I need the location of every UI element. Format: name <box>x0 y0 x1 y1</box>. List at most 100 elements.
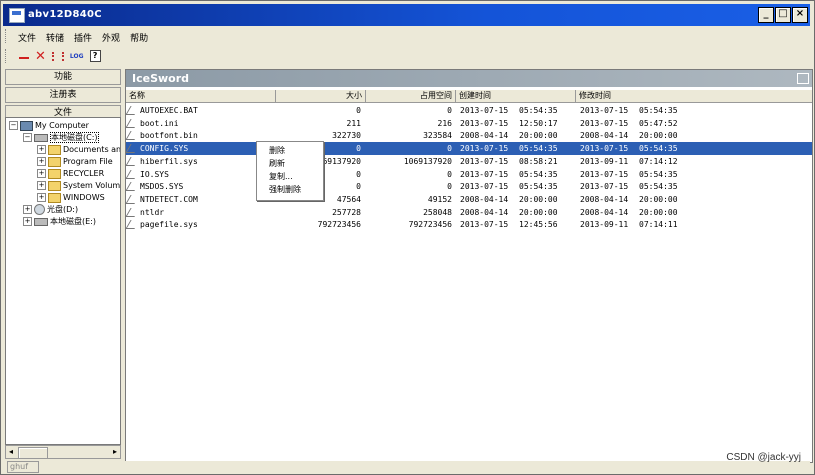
file-cell-c-time: 05:54:35 <box>519 106 558 115</box>
file-row[interactable]: AUTOEXEC.BAT 0 0 2013-07-15 05:54:35 2013-07-… <box>125 104 812 117</box>
file-row[interactable]: IO.SYS 0 0 2013-07-15 05:54:35 2013-07-15 05:5… <box>125 168 812 181</box>
file-cell-c-time: 05:54:35 <box>519 144 558 154</box>
file-name: pagefile.sys <box>140 220 198 230</box>
maximize-button[interactable]: □ <box>775 7 791 23</box>
tree-node-folder[interactable]: + RECYCLER <box>37 168 104 180</box>
file-icon <box>125 144 140 154</box>
column-created[interactable]: 创建时间 <box>456 90 576 102</box>
tree-node-drive-c[interactable]: − 本地磁盘(C:) <box>23 132 99 144</box>
expand-icon[interactable]: + <box>23 205 32 214</box>
tree-node-folder[interactable]: + WINDOWS <box>37 192 105 204</box>
file-cell-m-date: 2013-07-15 <box>580 144 629 154</box>
collapse-icon[interactable]: − <box>23 133 32 142</box>
menu-plugins[interactable]: 插件 <box>69 29 97 45</box>
status-text: ghuf <box>7 461 39 473</box>
scroll-left-icon[interactable]: ◂ <box>6 446 16 458</box>
expand-icon[interactable]: + <box>37 181 46 190</box>
file-cell-m-date: 2013-07-15 <box>580 118 629 128</box>
tree-horizontal-scrollbar[interactable]: ◂ ▸ <box>5 445 121 459</box>
file-cell-alloc: 0 <box>447 182 452 192</box>
close-button[interactable]: × <box>792 7 808 23</box>
file-row[interactable]: bootfont.bin 322730 323584 2008-04-14 20:00:… <box>125 129 812 142</box>
log-icon[interactable]: LOG <box>70 53 84 60</box>
expand-icon[interactable]: + <box>37 169 46 178</box>
file-cell-alloc: 49152 <box>427 194 452 204</box>
nav-registry-button[interactable]: 注册表 <box>5 87 121 103</box>
column-size[interactable]: 大小 <box>276 90 366 102</box>
help-icon[interactable]: ? <box>89 50 101 62</box>
column-header: 名称 大小 占用空间 创建时间 修改时间 <box>126 90 812 103</box>
file-cell-m-time: 20:00:00 <box>639 194 678 204</box>
tree-node-folder[interactable]: + Documents an <box>37 144 120 156</box>
scroll-right-icon[interactable]: ▸ <box>110 446 120 458</box>
collapse-icon[interactable]: − <box>9 121 18 130</box>
tree-node-folder[interactable]: + Program File <box>37 156 113 168</box>
file-cell-alloc: 792723456 <box>408 220 452 230</box>
file-cell-m-time: 07:14:11 <box>639 220 678 230</box>
drive-icon <box>34 217 48 226</box>
column-modified[interactable]: 修改时间 <box>576 90 812 102</box>
delete-x-icon[interactable]: ✕ <box>35 49 46 64</box>
file-name: bootfont.bin <box>140 131 198 141</box>
file-cell-c-date: 2013-07-15 <box>460 156 509 166</box>
file-cell-c-date: 2008-04-14 <box>460 207 509 217</box>
expand-icon[interactable]: + <box>23 217 32 226</box>
file-icon <box>125 118 140 128</box>
tree-node-my-computer[interactable]: − My Computer <box>9 120 89 132</box>
file-row[interactable]: ntldr 257728 258048 2008-04-14 20:00:00 2008-… <box>125 206 812 219</box>
file-cell-m-time: 05:54:35 <box>639 106 678 115</box>
file-cell-m-time: 05:54:35 <box>639 182 678 192</box>
tree-node-folder[interactable]: + System Volum <box>37 180 120 192</box>
file-cell-alloc: 0 <box>447 169 452 179</box>
file-cell-c-time: 08:58:21 <box>519 156 558 166</box>
maximize-panel-icon[interactable] <box>797 73 809 84</box>
left-panel: 功能 注册表 文件 − My Computer − 本地磁盘(C:) + Docume… <box>5 69 121 461</box>
file-cell-c-time: 20:00:00 <box>519 131 558 141</box>
file-cell-m-time: 20:00:00 <box>639 131 678 141</box>
scrollbar-thumb[interactable] <box>18 447 48 459</box>
file-cell-size: 257728 <box>332 207 361 217</box>
column-allocated[interactable]: 占用空间 <box>366 90 456 102</box>
ctx-copy[interactable]: 复制... <box>269 171 293 182</box>
expand-icon[interactable]: + <box>37 145 46 154</box>
watermark: CSDN @jack-yyj <box>726 452 801 463</box>
grid-icon[interactable] <box>51 51 64 61</box>
app-window: abv12D840C _ □ × 文件 转储 插件 外观 帮助 ✕ LOG ? … <box>0 0 815 475</box>
file-cell-c-time: 20:00:00 <box>519 207 558 217</box>
status-bar: ghuf <box>5 461 810 473</box>
toolbar-grip <box>5 49 9 63</box>
minus-icon[interactable] <box>19 56 29 59</box>
nav-functions-button[interactable]: 功能 <box>5 69 121 85</box>
file-cell-name: AUTOEXEC.BAT <box>125 104 278 117</box>
file-cell-m-date: 2013-07-15 <box>580 182 629 192</box>
file-cell-c-date: 2008-04-14 <box>460 131 509 141</box>
file-cell-m-date: 2013-07-15 <box>580 106 629 115</box>
ctx-delete[interactable]: 删除 <box>269 145 285 156</box>
file-row[interactable]: NTDETECT.COM 47564 49152 2008-04-14 20:00:00… <box>125 193 812 206</box>
file-icon <box>125 220 140 230</box>
column-name[interactable]: 名称 <box>126 90 276 102</box>
menu-appearance[interactable]: 外观 <box>97 29 125 45</box>
file-name: CONFIG.SYS <box>140 144 189 154</box>
expand-icon[interactable]: + <box>37 193 46 202</box>
ctx-force-delete[interactable]: 强制删除 <box>269 184 301 195</box>
menu-file[interactable]: 文件 <box>13 29 41 45</box>
folder-icon <box>48 168 61 179</box>
ctx-refresh[interactable]: 刷新 <box>269 158 285 169</box>
menu-help[interactable]: 帮助 <box>125 29 153 45</box>
folder-icon <box>48 144 61 155</box>
file-row[interactable]: CONFIG.SYS 0 0 2013-07-15 05:54:35 2013-07-15… <box>125 142 812 156</box>
file-row[interactable]: pagefile.sys 792723456 792723456 2013-07-15… <box>125 218 812 231</box>
tree-node-drive-d[interactable]: + 光盘(D:) <box>23 204 78 216</box>
tree-node-drive-e[interactable]: + 本地磁盘(E:) <box>23 216 96 228</box>
minimize-button[interactable]: _ <box>758 7 774 23</box>
menu-dump[interactable]: 转储 <box>41 29 69 45</box>
file-row[interactable]: boot.ini 211 216 2013-07-15 12:50:17 2013-07-… <box>125 117 812 130</box>
file-row[interactable]: hiberfil.sys 69137920 1069137920 2013-07-15… <box>125 155 812 168</box>
title-bar[interactable]: abv12D840C _ □ × <box>3 4 810 26</box>
file-cell-c-date: 2013-07-15 <box>460 106 509 115</box>
file-row[interactable]: MSDOS.SYS 0 0 2013-07-15 05:54:35 2013-07-15 0… <box>125 180 812 193</box>
expand-icon[interactable]: + <box>37 157 46 166</box>
file-cell-alloc: 0 <box>447 144 452 154</box>
toolbar: ✕ LOG ? <box>5 47 101 65</box>
